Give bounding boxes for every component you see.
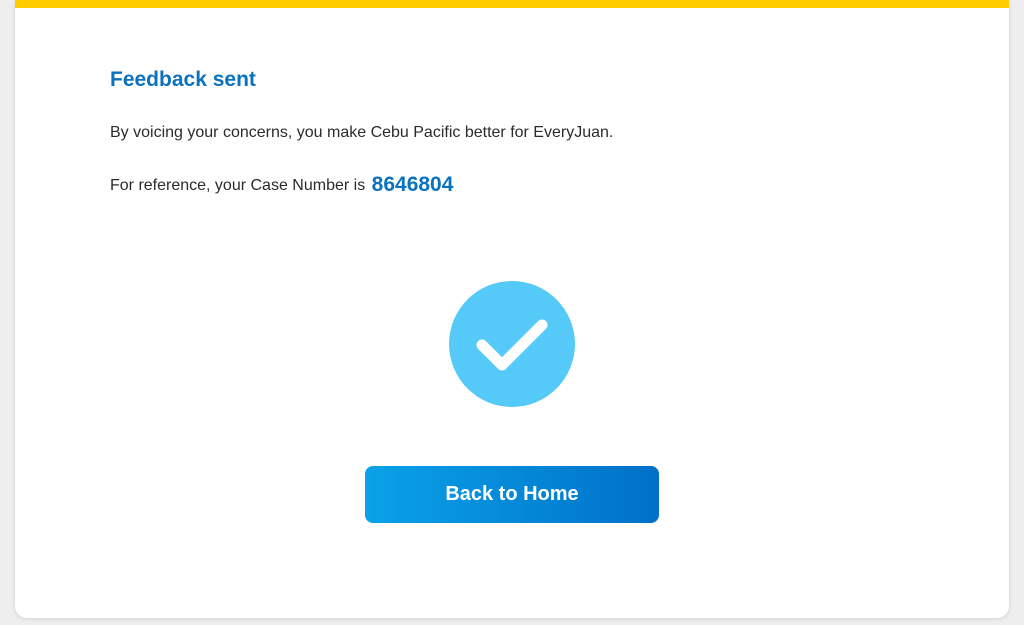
confirmation-card: Feedback sent By voicing your concerns, …: [15, 0, 1009, 618]
accent-top-bar: [15, 0, 1009, 8]
case-number: 8646804: [371, 173, 454, 196]
check-icon: [476, 319, 548, 371]
success-check-icon: [449, 281, 575, 407]
case-reference: For reference, your Case Number is 86468…: [110, 172, 453, 199]
confirmation-message: By voicing your concerns, you make Cebu …: [110, 124, 614, 141]
page-title: Feedback sent: [110, 68, 256, 91]
case-reference-label: For reference, your Case Number is: [110, 177, 366, 194]
back-to-home-button[interactable]: Back to Home: [365, 466, 659, 523]
